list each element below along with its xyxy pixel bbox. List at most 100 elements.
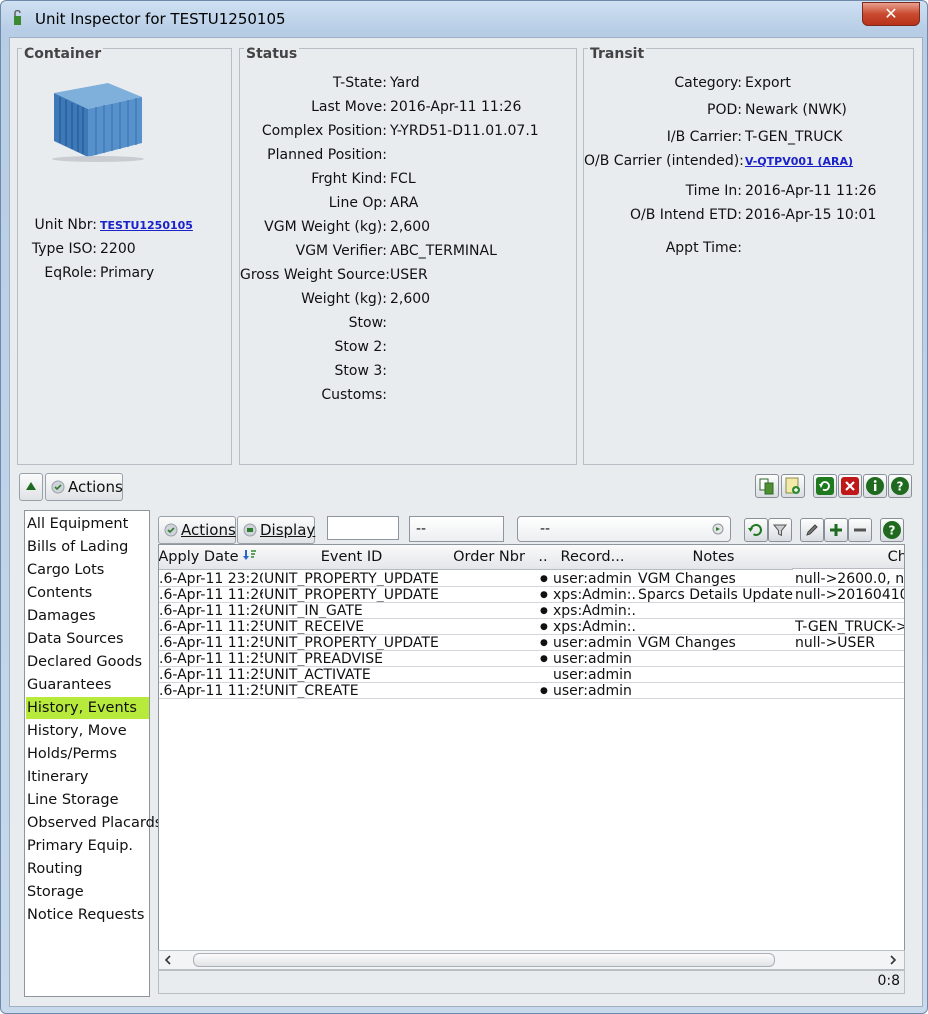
col-record-header[interactable]: Record... [550, 545, 636, 570]
sidebar-item[interactable]: Damages [26, 605, 149, 627]
grid-remove-button[interactable] [848, 518, 872, 542]
sidebar-item[interactable]: All Equipment [26, 513, 149, 535]
grid-refresh-button[interactable] [744, 518, 768, 542]
info-button[interactable] [863, 474, 887, 498]
status-label: Planned Position: [267, 147, 387, 163]
grid-status-bar: 0:8 [158, 970, 905, 994]
refresh-icon [748, 524, 762, 536]
scrollbar-thumb[interactable] [193, 953, 775, 967]
scroll-right-icon[interactable] [886, 953, 900, 967]
status-value: Yard [390, 75, 420, 91]
col-apply-date-cell: .6-Apr-11 11:25 [159, 667, 263, 683]
grid-help-button[interactable]: ? [880, 518, 904, 542]
col-apply-date-header[interactable]: Apply Date [158, 545, 262, 570]
grid-actions-button[interactable]: Actions [158, 516, 236, 544]
status-value: ABC_TERMINAL [390, 243, 497, 259]
sidebar-item[interactable]: Bills of Lading [26, 536, 149, 558]
col-narrow-cell: ● [540, 686, 548, 696]
status-value: USER [390, 267, 428, 283]
ob-carrier-link[interactable]: V-QTPV001 (ARA) [745, 155, 853, 168]
sidebar-item[interactable]: Declared Goods [26, 651, 149, 673]
col-changes-cell: T-GEN_TRUCK-> [795, 619, 905, 635]
col-notes-cell [638, 603, 793, 619]
help-button[interactable]: ? [888, 474, 912, 498]
sidebar-item[interactable]: Line Storage [26, 789, 149, 811]
shipping-container-icon [52, 83, 144, 162]
grid-actions-label: Actions [181, 521, 236, 539]
sidebar-item[interactable]: Itinerary [26, 766, 149, 788]
col-changes-cell [795, 651, 904, 667]
col-event-id-cell: UNIT_CREATE [264, 683, 359, 699]
type-iso-value: 2200 [100, 241, 136, 257]
col-changes-cell [795, 683, 904, 699]
col-narrow-cell: ● [540, 574, 548, 584]
status-value: 2,600 [390, 291, 431, 307]
display-icon [243, 523, 257, 537]
sidebar-item[interactable]: Storage [26, 881, 149, 903]
pod-label: POD: [707, 102, 742, 118]
add-note-icon [785, 477, 800, 494]
refresh-button[interactable] [813, 474, 837, 498]
table-row[interactable]: .6-Apr-11 11:26 UNIT_IN_GATE ● xps:Admin:..… [159, 603, 904, 619]
col-notes-header[interactable]: Notes [635, 545, 793, 570]
grid-edit-button[interactable] [800, 518, 824, 542]
sidebar-item[interactable]: History, Move [26, 720, 149, 742]
col-narrow-cell: ● [540, 654, 548, 664]
sidebar-item[interactable]: Guarantees [26, 674, 149, 696]
copy-button[interactable] [755, 474, 779, 498]
table-row[interactable]: .6-Apr-11 11:25 UNIT_ACTIVATE user:admin [159, 667, 904, 683]
title-bar[interactable]: Unit Inspector for TESTU1250105 ✕ [1, 1, 927, 35]
grid-add-button[interactable] [824, 518, 848, 542]
filter-select-2[interactable]: -- [517, 516, 731, 542]
col-changes-header[interactable]: Ch [792, 545, 904, 569]
horizontal-scrollbar[interactable] [158, 950, 905, 970]
actions-button-top[interactable]: Actions [45, 473, 123, 501]
collapse-button[interactable] [19, 473, 43, 501]
col-apply-date-cell: .6-Apr-11 11:25 [159, 683, 263, 699]
status-label: Frght Kind: [311, 171, 387, 187]
table-row[interactable]: .6-Apr-11 23:20 UNIT_PROPERTY_UPDATE ● user… [159, 571, 904, 587]
category-label: Category: [674, 75, 742, 91]
table-row[interactable]: .6-Apr-11 11:26 UNIT_PROPERTY_UPDATE ● xps:… [159, 587, 904, 603]
sidebar-item[interactable]: Observed Placards [26, 812, 162, 834]
table-row[interactable]: .6-Apr-11 11:25 UNIT_CREATE ● user:admin [159, 683, 904, 699]
display-button[interactable]: Display [237, 516, 315, 544]
time-in-label: Time In: [685, 183, 742, 199]
grid-search-input[interactable] [327, 516, 399, 540]
status-value: ARA [390, 195, 419, 211]
sidebar-item[interactable]: History, Events [26, 697, 149, 719]
checkmark-icon [164, 523, 178, 537]
sidebar-item[interactable]: Primary Equip. [26, 835, 149, 857]
sort-descending-icon [242, 550, 256, 560]
sidebar-item[interactable]: Cargo Lots [26, 559, 149, 581]
table-row[interactable]: .6-Apr-11 11:25 UNIT_PREADVISE ● user:admin [159, 651, 904, 667]
pod-value: Newark (NWK) [745, 102, 847, 118]
unit-nbr-link[interactable]: TESTU1250105 [100, 219, 193, 232]
col-apply-date-label: Apply Date [158, 549, 239, 565]
grid-filter-button[interactable] [768, 518, 792, 542]
col-event-id-header[interactable]: Event ID [261, 545, 443, 570]
sidebar-item[interactable]: Routing [26, 858, 149, 880]
sidebar-item[interactable]: Contents [26, 582, 149, 604]
status-label: Last Move: [311, 99, 387, 115]
col-order-nbr-cell [445, 587, 537, 603]
col-apply-date-cell: .6-Apr-11 11:26 [159, 603, 263, 619]
col-order-nbr-cell [445, 667, 537, 683]
col-record-cell: user:admin [553, 571, 632, 587]
sidebar-item[interactable]: Notice Requests [26, 904, 149, 926]
status-label: Line Op: [328, 195, 387, 211]
filter-select-1[interactable]: -- [409, 516, 504, 542]
col-order-nbr-header[interactable]: Order Nbr [442, 545, 537, 570]
sidebar-item[interactable]: Data Sources [26, 628, 149, 650]
time-in-value: 2016-Apr-11 11:26 [745, 183, 877, 199]
delete-button[interactable] [838, 474, 862, 498]
table-row[interactable]: .6-Apr-11 11:25 UNIT_PROPERTY_UPDATE ● user… [159, 635, 904, 651]
col-record-cell: user:admin [553, 683, 632, 699]
col-changes-cell: null->201604102 [795, 587, 904, 603]
scroll-left-icon[interactable] [161, 953, 175, 967]
col-narrow-header[interactable]: .. [536, 545, 551, 570]
close-button[interactable]: ✕ [862, 2, 920, 26]
sidebar-item[interactable]: Holds/Perms [26, 743, 149, 765]
add-note-button[interactable] [781, 474, 805, 498]
table-row[interactable]: .6-Apr-11 11:25 UNIT_RECEIVE ● xps:Admin:..… [159, 619, 904, 635]
